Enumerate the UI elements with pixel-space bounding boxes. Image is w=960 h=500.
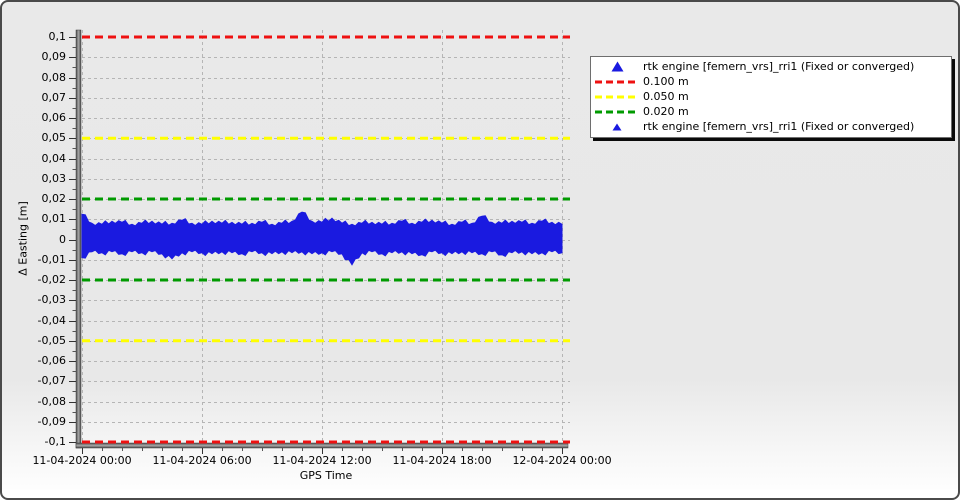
y-tick-label: -0,02 (37, 273, 66, 286)
legend-item-label: rtk engine [femern_vrs]_rri1 (Fixed or c… (643, 60, 915, 73)
legend-item-label: 0.020 m (643, 105, 689, 118)
y-tick-label: 0,08 (41, 70, 67, 84)
legend-item: 0.050 m (591, 89, 951, 104)
x-tick-label: 11-04-2024 06:00 (152, 454, 252, 467)
y-tick-label: 0,04 (41, 151, 67, 165)
legend-item: rtk engine [femern_vrs]_rri1 (Fixed or c… (591, 59, 951, 74)
triangle-marker-icon (591, 61, 643, 72)
chart-panel: Δ Easting [m] 0,1 0,09 0,08 0,07 0,06 0,05 0,0… (0, 0, 960, 500)
legend-item-label: 0.050 m (643, 90, 689, 103)
y-tick-label: 0,01 (41, 212, 67, 226)
legend-item-label: rtk engine [femern_vrs]_rri1 (Fixed or c… (643, 120, 915, 133)
y-tick-label: 0 (59, 232, 66, 246)
y-tick-label: 0,05 (41, 131, 67, 145)
y-tick-label: -0,05 (37, 333, 66, 347)
x-tick-label: 11-04-2024 12:00 (272, 454, 372, 467)
y-tick-label: -0,04 (37, 313, 66, 327)
x-tick-label: 11-04-2024 18:00 (392, 454, 492, 467)
y-tick-label: -0,09 (37, 414, 66, 428)
y-tick-label: -0,08 (37, 394, 66, 408)
x-axis-title: GPS Time (299, 469, 353, 482)
y-tick-label: 0,09 (41, 50, 67, 64)
triangle-marker-icon (591, 123, 643, 131)
dash-line-icon (591, 95, 643, 99)
x-tick-label: 12-04-2024 00:00 (512, 454, 612, 467)
y-tick-label: 0,06 (41, 111, 67, 124)
legend-item-label: 0.100 m (643, 75, 689, 88)
y-tick-label: -0,03 (37, 293, 66, 307)
dash-line-icon (591, 80, 643, 84)
legend-item: 0.020 m (591, 104, 951, 119)
y-tick-label: -0,07 (37, 374, 66, 388)
legend-item: 0.100 m (591, 74, 951, 89)
x-tick-label: 11-04-2024 00:00 (32, 454, 132, 467)
y-tick-label: -0,1 (44, 435, 66, 448)
y-tick-label: 0,02 (41, 192, 67, 205)
dash-line-icon (591, 110, 643, 114)
y-tick-label: -0,01 (37, 252, 66, 266)
data-series-band (81, 211, 563, 266)
y-tick-label: 0,07 (41, 90, 67, 104)
y-tick-label: 0,1 (48, 30, 67, 43)
y-tick-label: 0,03 (41, 171, 67, 185)
legend-item: rtk engine [femern_vrs]_rri1 (Fixed or c… (591, 119, 951, 134)
y-tick-label: -0,06 (37, 354, 66, 367)
legend: rtk engine [femern_vrs]_rri1 (Fixed or c… (590, 56, 952, 138)
